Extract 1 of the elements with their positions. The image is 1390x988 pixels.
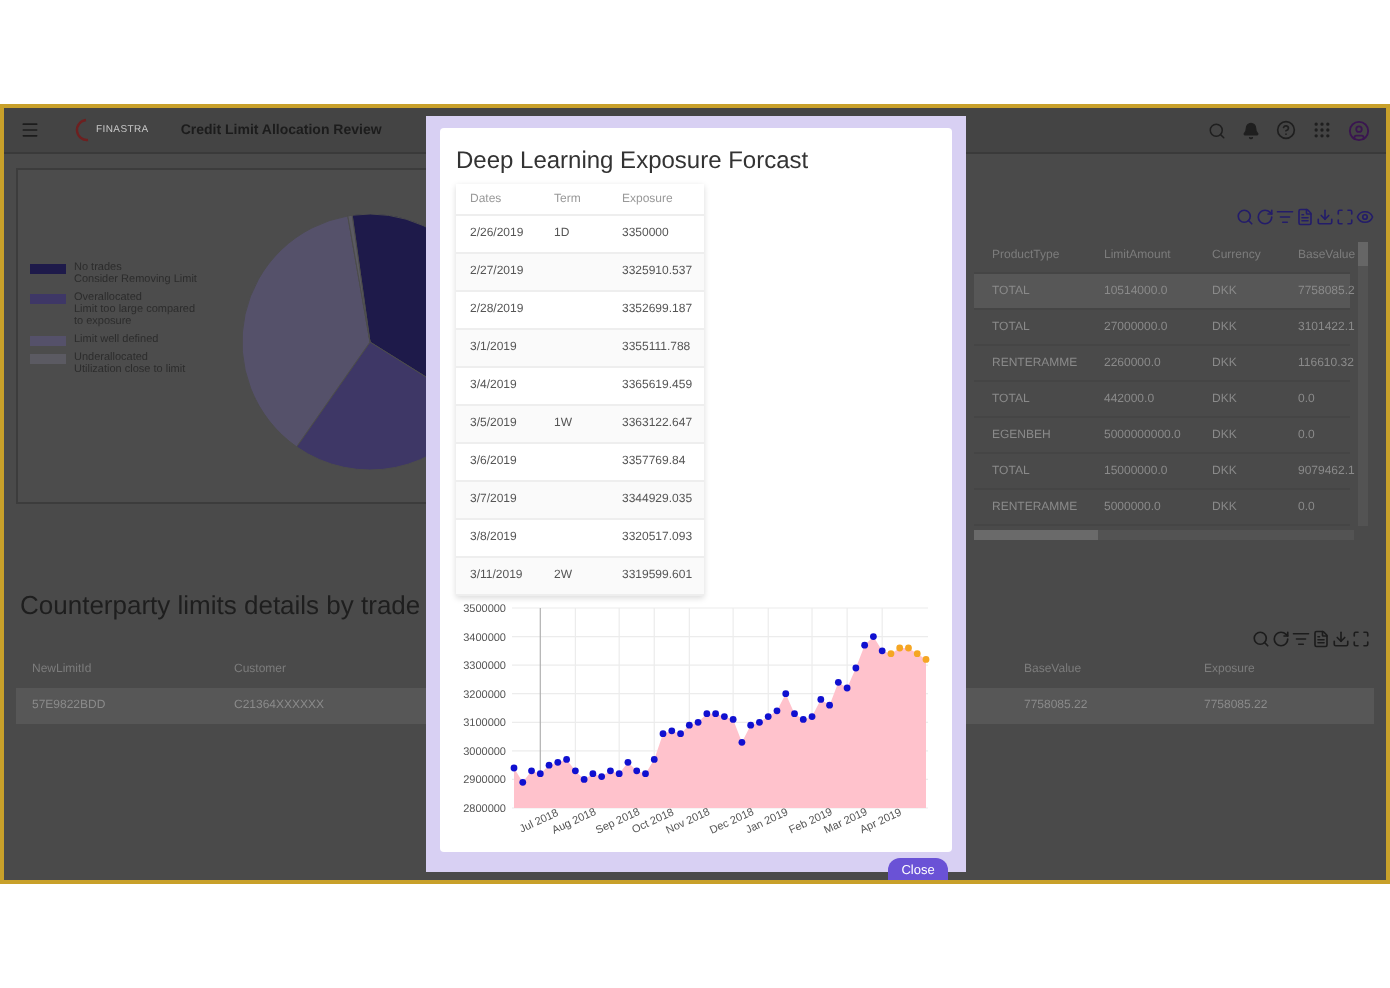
dialog-title: Deep Learning Exposure Forcast — [456, 146, 811, 174]
